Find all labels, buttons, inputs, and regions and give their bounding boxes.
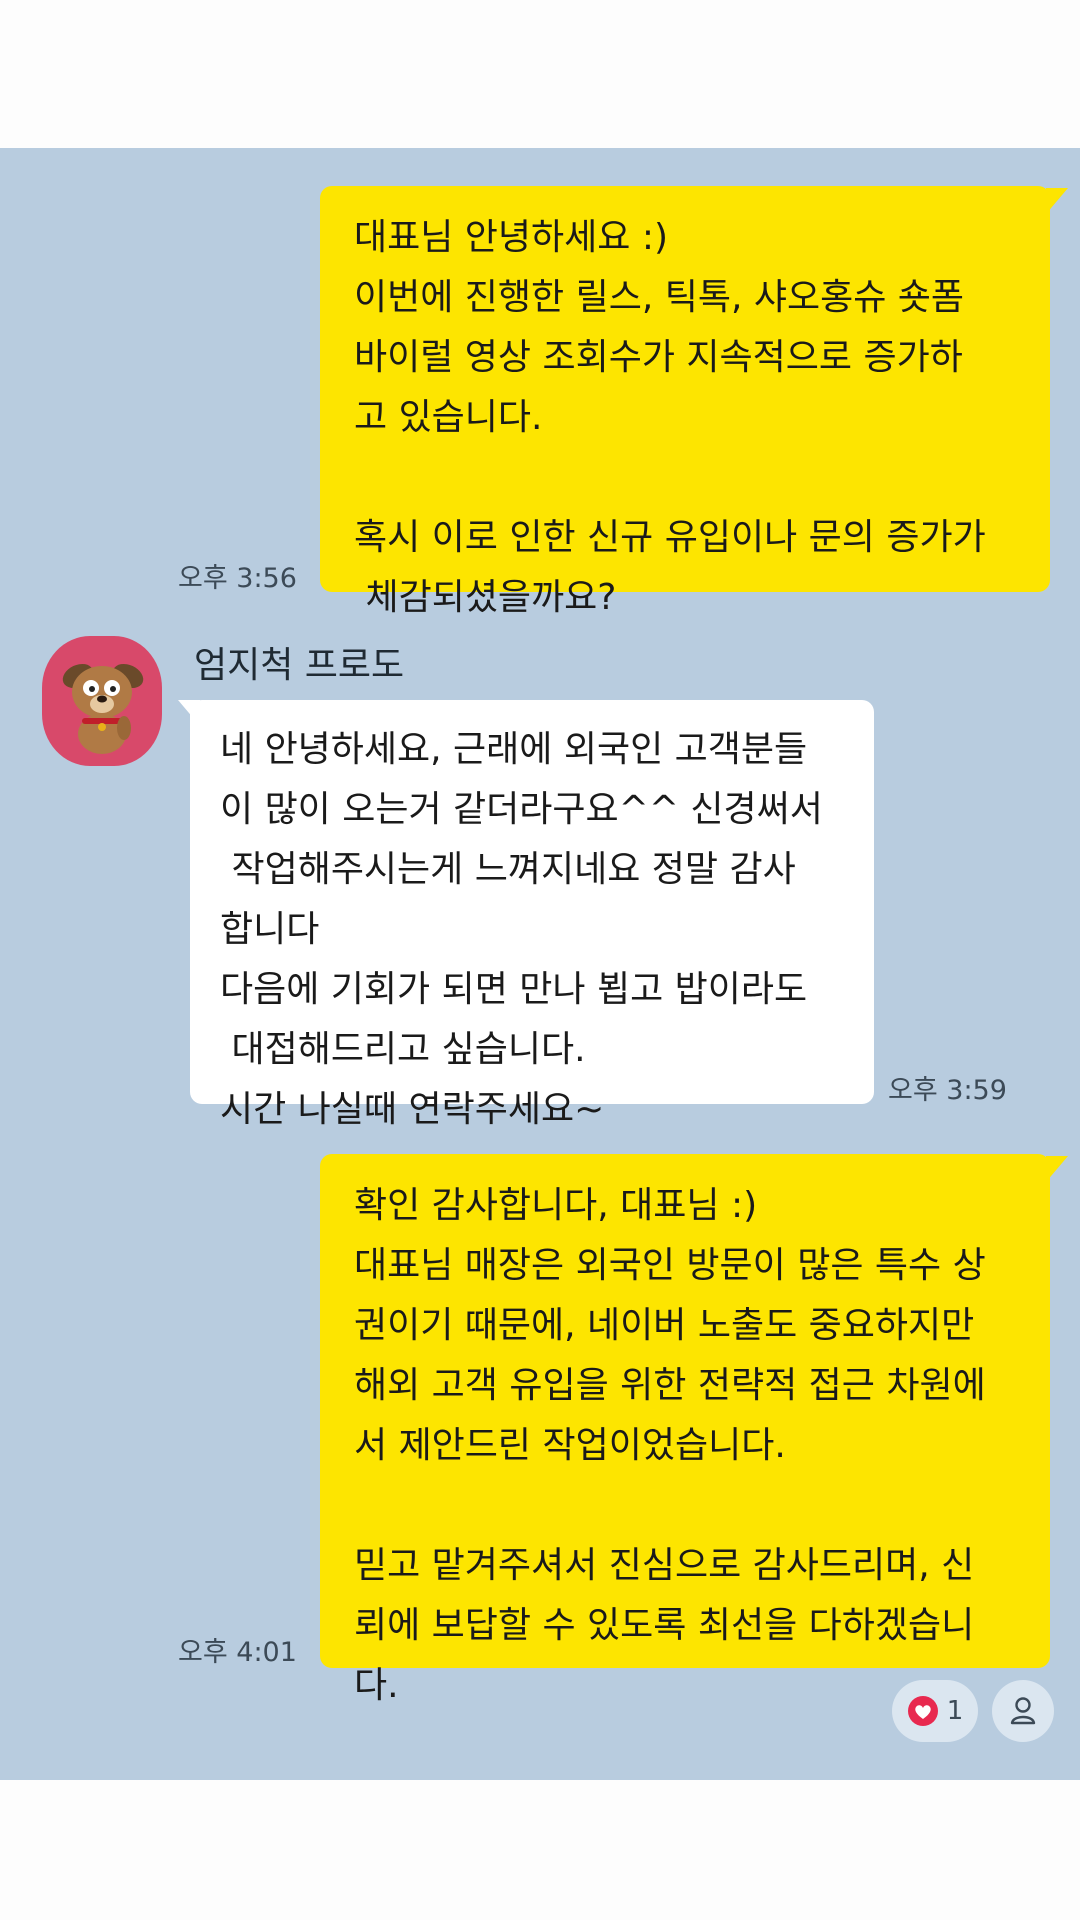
message-time: 오후 4:01	[178, 1637, 297, 1668]
message-time: 오후 3:59	[888, 1075, 1007, 1106]
heart-count: 1	[946, 1696, 964, 1726]
chat-area[interactable]: 오후 3:56 대표님 안녕하세요 :) 이번에 진행한 릴스, 틱톡, 샤오홍…	[0, 148, 1080, 1780]
heart-icon	[907, 1696, 938, 1726]
my-message-bubble[interactable]: 대표님 안녕하세요 :) 이번에 진행한 릴스, 틱톡, 샤오홍슈 숏폼 바이럴…	[320, 186, 1050, 618]
frodo-dog-avatar-icon	[42, 636, 162, 766]
avatar[interactable]	[42, 636, 162, 766]
reaction-bar: 1	[892, 1680, 1054, 1742]
message-time: 오후 3:56	[178, 563, 297, 594]
their-message-bubble[interactable]: 네 안녕하세요, 근래에 외국인 고객분들 이 많이 오는거 같더라구요^^ 신…	[190, 700, 874, 1130]
bubble-tail	[1046, 1156, 1068, 1182]
person-icon	[1010, 1697, 1036, 1725]
sender-name: 엄지척 프로도	[194, 645, 405, 686]
heart-reaction-button[interactable]: 1	[892, 1680, 978, 1742]
my-message-bubble[interactable]: 확인 감사합니다, 대표님 :) 대표님 매장은 외국인 방문이 많은 특수 상…	[320, 1154, 1050, 1706]
bubble-tail	[1046, 188, 1068, 214]
reactor-list-button[interactable]	[992, 1680, 1054, 1742]
